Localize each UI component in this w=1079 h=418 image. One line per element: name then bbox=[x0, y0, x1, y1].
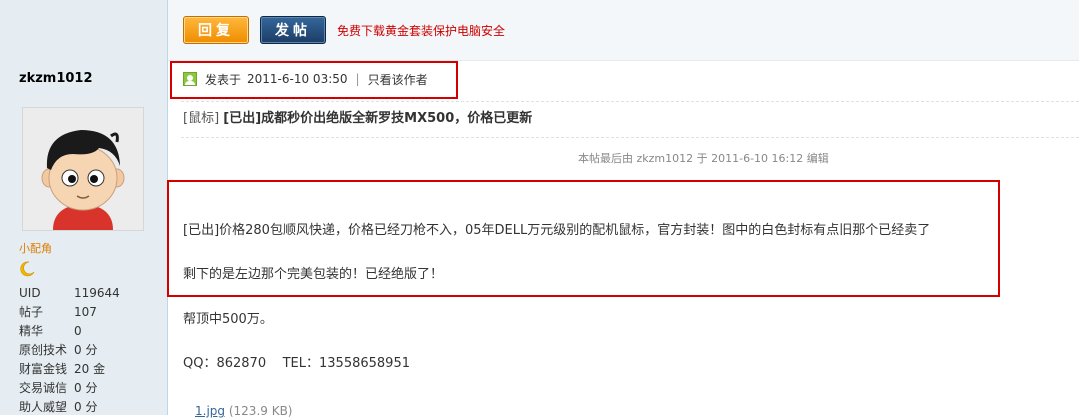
stat-row-trust: 交易诚信 0 分 bbox=[19, 379, 159, 398]
stat-label: 财富金钱 bbox=[19, 362, 68, 376]
new-post-button[interactable]: 发帖 bbox=[260, 16, 326, 44]
thread-title: [鼠标] [已出]成都秒价出绝版全新罗技MX500，价格已更新 bbox=[183, 107, 532, 126]
username[interactable]: zkzm1012 bbox=[19, 71, 93, 86]
stat-value: 0 分 bbox=[74, 343, 98, 357]
reply-button[interactable]: 回复 bbox=[183, 16, 249, 44]
stat-label: UID bbox=[19, 286, 41, 300]
attachment: 1.jpg (123.9 KB) bbox=[195, 404, 293, 418]
cartoon-boy-avatar-icon bbox=[23, 108, 143, 230]
user-group[interactable]: 小配角 bbox=[19, 240, 52, 256]
divider bbox=[181, 101, 1079, 102]
separator: | bbox=[355, 72, 360, 86]
stat-value: 0 分 bbox=[74, 381, 98, 395]
posted-prefix: 发表于 bbox=[205, 72, 242, 87]
divider bbox=[181, 137, 1079, 138]
stat-value: 0 bbox=[74, 324, 82, 338]
stat-row-tech: 原创技术 0 分 bbox=[19, 341, 159, 360]
stat-row-uid: UID 119644 bbox=[19, 284, 159, 303]
stat-label: 原创技术 bbox=[19, 343, 68, 357]
post-content-line: 剩下的是左边那个完美包装的！已经绝版了！ bbox=[183, 267, 444, 282]
edit-note: 本帖最后由 zkzm1012 于 2011-6-10 16:12 编辑 bbox=[578, 152, 829, 165]
stat-row-reputation: 助人威望 0 分 bbox=[19, 398, 159, 417]
stat-value: 20 金 bbox=[74, 362, 106, 376]
post-toolbar: 回复 发帖 免费下载黄金套装保护电脑安全 bbox=[168, 0, 1079, 61]
stat-label: 助人威望 bbox=[19, 400, 68, 414]
user-stats: UID 119644 帖子 107 精华 0 原创技术 0 分 财富金钱 20 … bbox=[19, 284, 159, 417]
post-content-line: 帮顶中500万。 bbox=[183, 312, 273, 327]
title-category-link[interactable]: [鼠标] bbox=[183, 111, 219, 126]
stat-label: 交易诚信 bbox=[19, 381, 68, 395]
stat-value: 0 分 bbox=[74, 400, 98, 414]
post-content-line: [已出]价格280包顺风快递，价格已经刀枪不入，05年DELL万元级别的配机鼠标… bbox=[183, 223, 931, 238]
stat-row-digest: 精华 0 bbox=[19, 322, 159, 341]
stat-value: 119644 bbox=[74, 286, 120, 300]
promo-link[interactable]: 免费下载黄金套装保护电脑安全 bbox=[337, 22, 505, 39]
stat-label: 精华 bbox=[19, 324, 44, 338]
author-only-link[interactable]: 只看该作者 bbox=[368, 71, 428, 88]
stat-label: 帖子 bbox=[19, 305, 44, 319]
attachment-size: (123.9 KB) bbox=[228, 404, 293, 418]
online-user-icon bbox=[183, 72, 197, 86]
post-meta: 发表于 2011-6-10 03:50 | 只看该作者 bbox=[183, 70, 428, 88]
title-text: [已出]成都秒价出绝版全新罗技MX500，价格已更新 bbox=[223, 111, 533, 126]
sidebar-header bbox=[0, 0, 167, 60]
avatar[interactable] bbox=[22, 107, 144, 231]
moon-icon bbox=[19, 261, 35, 277]
stat-row-money: 财富金钱 20 金 bbox=[19, 360, 159, 379]
contact-line: QQ：862870 TEL：13558658951 bbox=[183, 356, 410, 371]
stat-row-posts: 帖子 107 bbox=[19, 303, 159, 322]
attachment-link[interactable]: 1.jpg bbox=[195, 404, 225, 418]
posted-time: 2011-6-10 03:50 bbox=[247, 72, 348, 86]
stat-value[interactable]: 107 bbox=[74, 303, 97, 322]
